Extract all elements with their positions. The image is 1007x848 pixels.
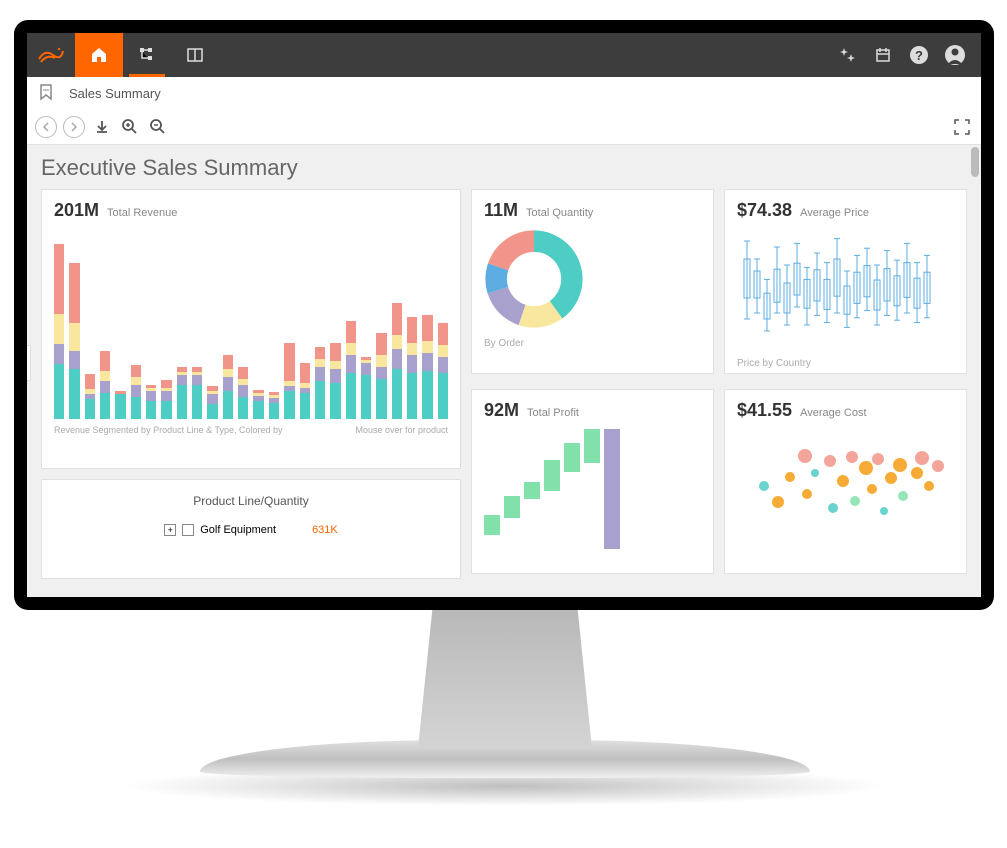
- calendar-button[interactable]: [865, 33, 901, 77]
- revenue-value: 201M: [54, 200, 99, 221]
- svg-text:?: ?: [915, 48, 923, 63]
- book-button[interactable]: [171, 33, 219, 77]
- page-title: Executive Sales Summary: [41, 155, 967, 181]
- topbar: ?: [27, 33, 981, 77]
- quantity-tile: 11M Total Quantity By Order: [471, 189, 714, 374]
- profit-label: Total Profit: [527, 407, 579, 419]
- home-button[interactable]: [75, 33, 123, 77]
- revenue-caption-right: Mouse over for product: [355, 425, 448, 435]
- quantity-donut-chart[interactable]: [484, 229, 584, 329]
- tree-button[interactable]: [123, 33, 171, 77]
- user-button[interactable]: [937, 33, 973, 77]
- avg-cost-chart[interactable]: [737, 429, 954, 549]
- revenue-caption-left: Revenue Segmented by Product Line & Type…: [54, 425, 282, 435]
- product-tile: Product Line/Quantity + Golf Equipment 6…: [41, 479, 461, 579]
- help-button[interactable]: ?: [901, 33, 937, 77]
- product-item: Golf Equipment: [200, 524, 276, 536]
- avg-price-tile: $74.38 Average Price Price by Country: [724, 189, 967, 374]
- avg-cost-value: $41.55: [737, 400, 792, 421]
- avg-cost-tile: $41.55 Average Cost: [724, 389, 967, 574]
- prev-button[interactable]: [35, 116, 57, 138]
- download-button[interactable]: [91, 116, 113, 138]
- revenue-tile: 201M Total Revenue Revenue Segmented by …: [41, 189, 461, 469]
- quantity-label: Total Quantity: [526, 207, 593, 219]
- bookmark-icon[interactable]: [37, 83, 57, 103]
- avg-cost-label: Average Cost: [800, 407, 866, 419]
- profit-tile: 92M Total Profit: [471, 389, 714, 574]
- revenue-label: Total Revenue: [107, 207, 177, 219]
- fullscreen-button[interactable]: [951, 116, 973, 138]
- checkbox-icon[interactable]: [182, 524, 194, 536]
- profit-value: 92M: [484, 400, 519, 421]
- revenue-chart[interactable]: [54, 229, 448, 419]
- viewer-toolbar: [27, 109, 981, 145]
- price-boxplot-chart[interactable]: [737, 229, 937, 349]
- breadcrumb-bar: Sales Summary: [27, 77, 981, 109]
- profit-chart[interactable]: [484, 429, 701, 549]
- quantity-value: 11M: [484, 200, 518, 221]
- avg-price-value: $74.38: [737, 200, 792, 221]
- sparkle-button[interactable]: [829, 33, 865, 77]
- breadcrumb-label: Sales Summary: [69, 86, 161, 101]
- avg-price-caption: Price by Country: [737, 358, 954, 369]
- product-title: Product Line/Quantity: [54, 490, 448, 508]
- vertical-scrollbar[interactable]: [971, 145, 979, 597]
- zoom-out-button[interactable]: [147, 116, 169, 138]
- quantity-caption: By Order: [484, 338, 701, 349]
- expand-icon[interactable]: +: [164, 524, 176, 536]
- expand-panel-button[interactable]: [27, 345, 31, 381]
- app-logo: [27, 33, 75, 77]
- product-value: 631K: [312, 524, 338, 536]
- zoom-in-button[interactable]: [119, 116, 141, 138]
- next-button[interactable]: [63, 116, 85, 138]
- avg-price-label: Average Price: [800, 207, 869, 219]
